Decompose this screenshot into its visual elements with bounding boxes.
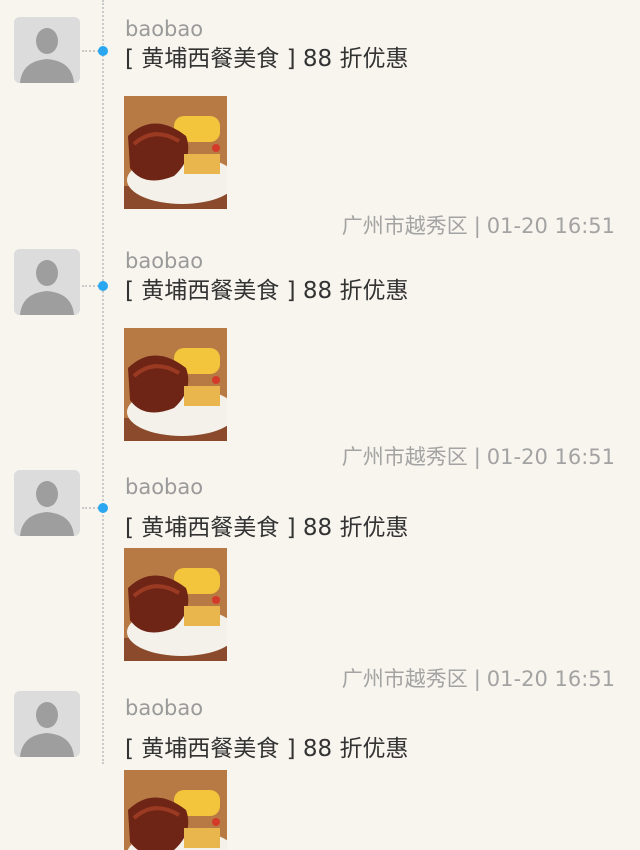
post-location: 广州市越秀区	[341, 214, 468, 238]
post-photo[interactable]	[124, 328, 227, 441]
timeline-dot	[98, 503, 108, 513]
post-message: [ 黄埔西餐美食 ] 88 折优惠	[125, 515, 409, 541]
post-location: 广州市越秀区	[341, 667, 468, 691]
post-meta: 广州市越秀区 | 01-20 16:51	[342, 213, 615, 239]
user-avatar-icon[interactable]	[14, 691, 80, 757]
user-avatar-icon[interactable]	[14, 470, 80, 536]
post-meta: 广州市越秀区 | 01-20 16:51	[342, 666, 615, 692]
meta-separator: |	[473, 214, 481, 238]
post-time: 01-20 16:51	[486, 214, 615, 238]
timeline-dot	[98, 46, 108, 56]
user-avatar-icon[interactable]	[14, 249, 80, 315]
post-photo[interactable]	[124, 96, 227, 209]
post-message: [ 黄埔西餐美食 ] 88 折优惠	[125, 46, 409, 72]
post-time: 01-20 16:51	[486, 445, 615, 469]
user-avatar-icon[interactable]	[14, 17, 80, 83]
post-time: 01-20 16:51	[486, 667, 615, 691]
post-message: [ 黄埔西餐美食 ] 88 折优惠	[125, 736, 409, 762]
post-location: 广州市越秀区	[341, 445, 468, 469]
timeline-line	[102, 0, 104, 764]
meta-separator: |	[473, 445, 481, 469]
post-username[interactable]: baobao	[125, 17, 203, 41]
post-username[interactable]: baobao	[125, 249, 203, 273]
meta-separator: |	[473, 667, 481, 691]
post-username[interactable]: baobao	[125, 696, 203, 720]
post-username[interactable]: baobao	[125, 475, 203, 499]
post-photo[interactable]	[124, 770, 227, 850]
timeline-dot	[98, 281, 108, 291]
post-photo[interactable]	[124, 548, 227, 661]
post-meta: 广州市越秀区 | 01-20 16:51	[342, 444, 615, 470]
post-message: [ 黄埔西餐美食 ] 88 折优惠	[125, 278, 409, 304]
